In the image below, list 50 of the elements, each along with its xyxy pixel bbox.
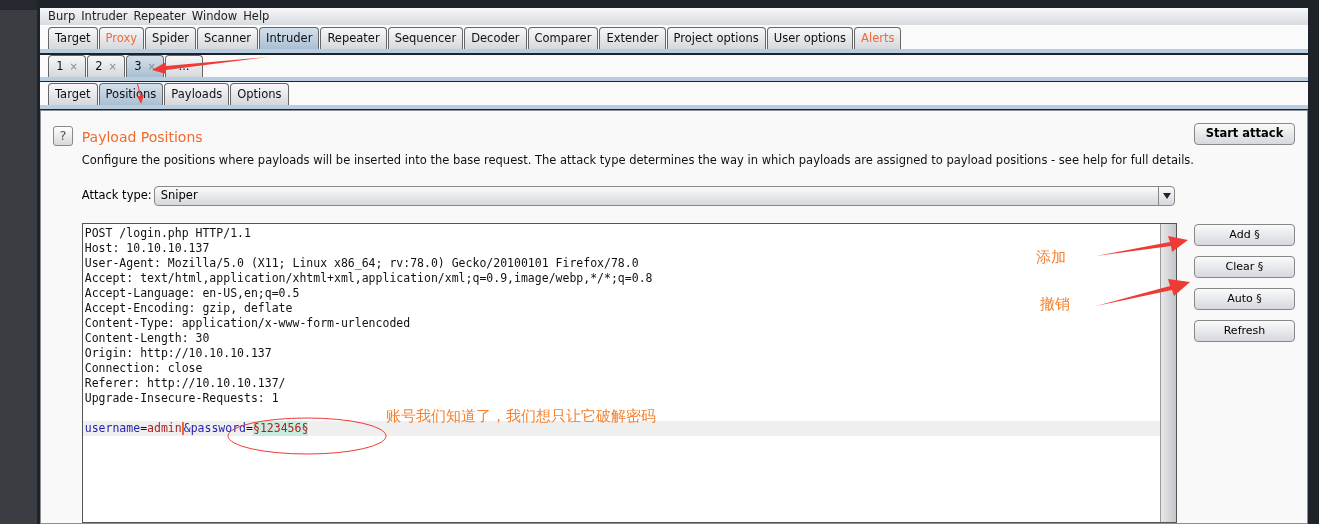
annotation-text: 添加 <box>1036 247 1066 268</box>
main-tab[interactable]: Target <box>48 27 98 50</box>
attack-tab[interactable]: 1 × <box>48 55 86 78</box>
scrollbar[interactable] <box>1160 224 1176 522</box>
side-button[interactable]: Auto § <box>1194 288 1295 310</box>
main-tab[interactable]: Decoder <box>464 27 527 50</box>
description-text: Configure the positions where payloads will be inserted into the base request. The attack type determines the way in which payloads are assigned to payload positions - see help for full details. <box>81 151 1194 169</box>
request-line: Content-Length: 30 <box>84 331 210 345</box>
menu-item[interactable]: Repeater <box>133 8 186 26</box>
main-tab[interactable]: User options <box>766 27 854 50</box>
dropdown-arrow-icon[interactable] <box>1158 187 1174 205</box>
start-attack-button[interactable]: Start attack <box>1194 122 1295 145</box>
main-tab[interactable]: Project options <box>666 27 766 50</box>
attack-type-label: Attack type: <box>81 187 153 205</box>
menu-item[interactable]: Intruder <box>81 8 128 26</box>
side-button[interactable]: Refresh <box>1194 320 1295 342</box>
sub-tab[interactable]: Payloads <box>164 83 230 105</box>
side-button[interactable]: Add § <box>1194 224 1295 246</box>
main-tab[interactable]: Intruder <box>259 27 320 50</box>
request-line: Origin: http://10.10.10.137 <box>84 346 272 360</box>
request-editor[interactable] <box>81 223 1177 523</box>
main-tab[interactable]: Spider <box>145 27 196 50</box>
request-line: Accept-Language: en-US,en;q=0.5 <box>84 286 300 300</box>
request-line: Host: 10.10.10.137 <box>84 241 210 255</box>
main-tab[interactable]: Scanner <box>197 27 259 50</box>
menu-item[interactable]: Burp <box>48 8 76 26</box>
menu-item[interactable]: Window <box>191 8 238 26</box>
request-line: Content-Type: application/x-www-form-urlencoded <box>84 316 411 330</box>
request-line: Accept-Encoding: gzip, deflate <box>84 301 293 315</box>
main-tab[interactable]: Comparer <box>527 27 599 50</box>
sub-tab[interactable]: Positions <box>98 83 164 105</box>
annotation-text: 撤销 <box>1040 294 1070 315</box>
help-button[interactable]: ? <box>53 125 73 146</box>
request-line: Referer: http://10.10.10.137/ <box>84 376 286 390</box>
sub-tab[interactable]: Target <box>48 83 98 105</box>
attack-type-dropdown[interactable]: Sniper <box>153 186 1175 206</box>
main-tab[interactable]: Repeater <box>320 27 387 50</box>
attack-tab[interactable]: 2 × <box>87 55 125 78</box>
sub-tab[interactable]: Options <box>230 83 289 105</box>
main-tab[interactable]: Extender <box>599 27 666 50</box>
request-line: POST /login.php HTTP/1.1 <box>84 226 251 240</box>
section-title: Payload Positions <box>81 127 204 147</box>
menu-item[interactable]: Help <box>243 8 270 26</box>
request-line: Upgrade-Insecure-Requests: 1 <box>84 391 279 405</box>
request-line: Accept: text/html,application/xhtml+xml,application/xml;q=0.9,image/webp,*/*;q=0.8 <box>84 271 653 285</box>
request-line: User-Agent: Mozilla/5.0 (X11; Linux x86_64; rv:78.0) Gecko/20100101 Firefox/78.0 <box>84 256 639 270</box>
side-button[interactable]: Clear § <box>1194 256 1295 278</box>
main-tab[interactable]: Sequencer <box>387 27 464 50</box>
request-line: Connection: close <box>84 361 203 375</box>
attack-tab[interactable]: 3 × <box>126 55 164 78</box>
